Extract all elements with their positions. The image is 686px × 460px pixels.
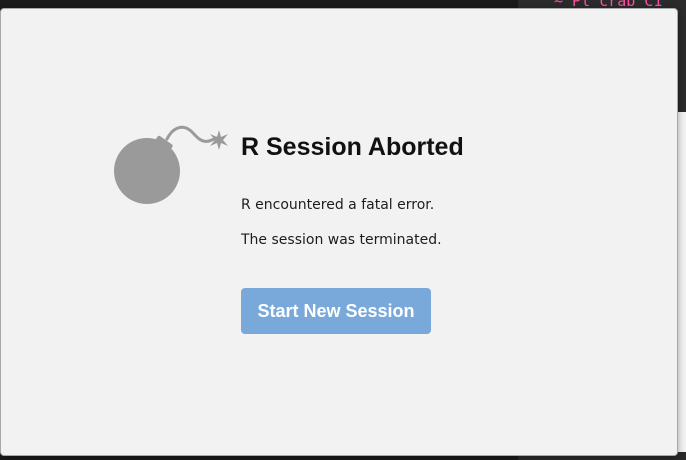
bomb-icon <box>114 125 228 204</box>
screen: ~ Pl crab_C1 R Session Aborted R encount… <box>0 0 686 460</box>
dialog-title: R Session Aborted <box>241 133 464 161</box>
termination-message-line: The session was terminated. <box>241 232 442 248</box>
start-new-session-button[interactable]: Start New Session <box>241 288 431 334</box>
session-aborted-dialog: R Session Aborted R encountered a fatal … <box>0 8 678 456</box>
error-message-line: R encountered a fatal error. <box>241 197 435 213</box>
